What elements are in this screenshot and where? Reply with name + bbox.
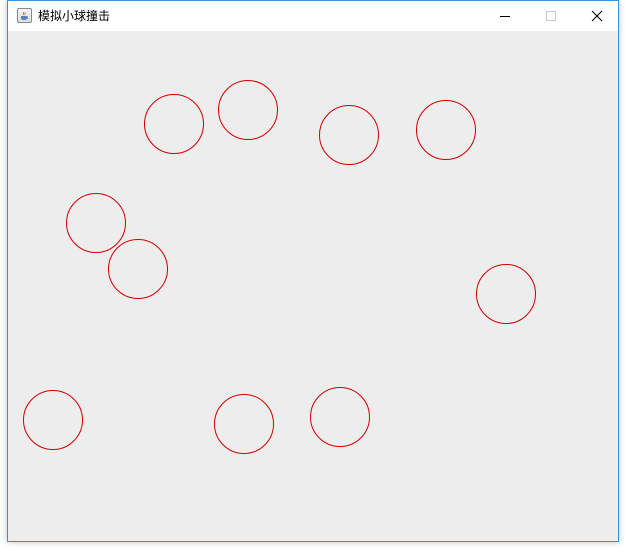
minimize-icon bbox=[500, 16, 510, 17]
ball-7 bbox=[476, 264, 536, 324]
java-cup-icon bbox=[17, 8, 32, 23]
maximize-icon bbox=[546, 11, 556, 21]
ball-5 bbox=[66, 193, 126, 253]
minimize-button[interactable] bbox=[482, 1, 528, 31]
ball-2 bbox=[218, 80, 278, 140]
close-button[interactable] bbox=[574, 1, 620, 31]
app-window: 模拟小球撞击 bbox=[7, 0, 619, 542]
window-title: 模拟小球撞击 bbox=[38, 9, 111, 23]
ball-10 bbox=[310, 387, 370, 447]
ball-1 bbox=[144, 94, 204, 154]
ball-canvas[interactable] bbox=[8, 31, 618, 541]
ball-8 bbox=[23, 390, 83, 450]
ball-drawing bbox=[23, 80, 536, 454]
ball-3 bbox=[319, 105, 379, 165]
title-bar[interactable]: 模拟小球撞击 bbox=[8, 1, 618, 31]
close-icon bbox=[591, 10, 603, 22]
ball-6 bbox=[108, 239, 168, 299]
ball-9 bbox=[214, 394, 274, 454]
ball-4 bbox=[416, 100, 476, 160]
maximize-button[interactable] bbox=[528, 1, 574, 31]
